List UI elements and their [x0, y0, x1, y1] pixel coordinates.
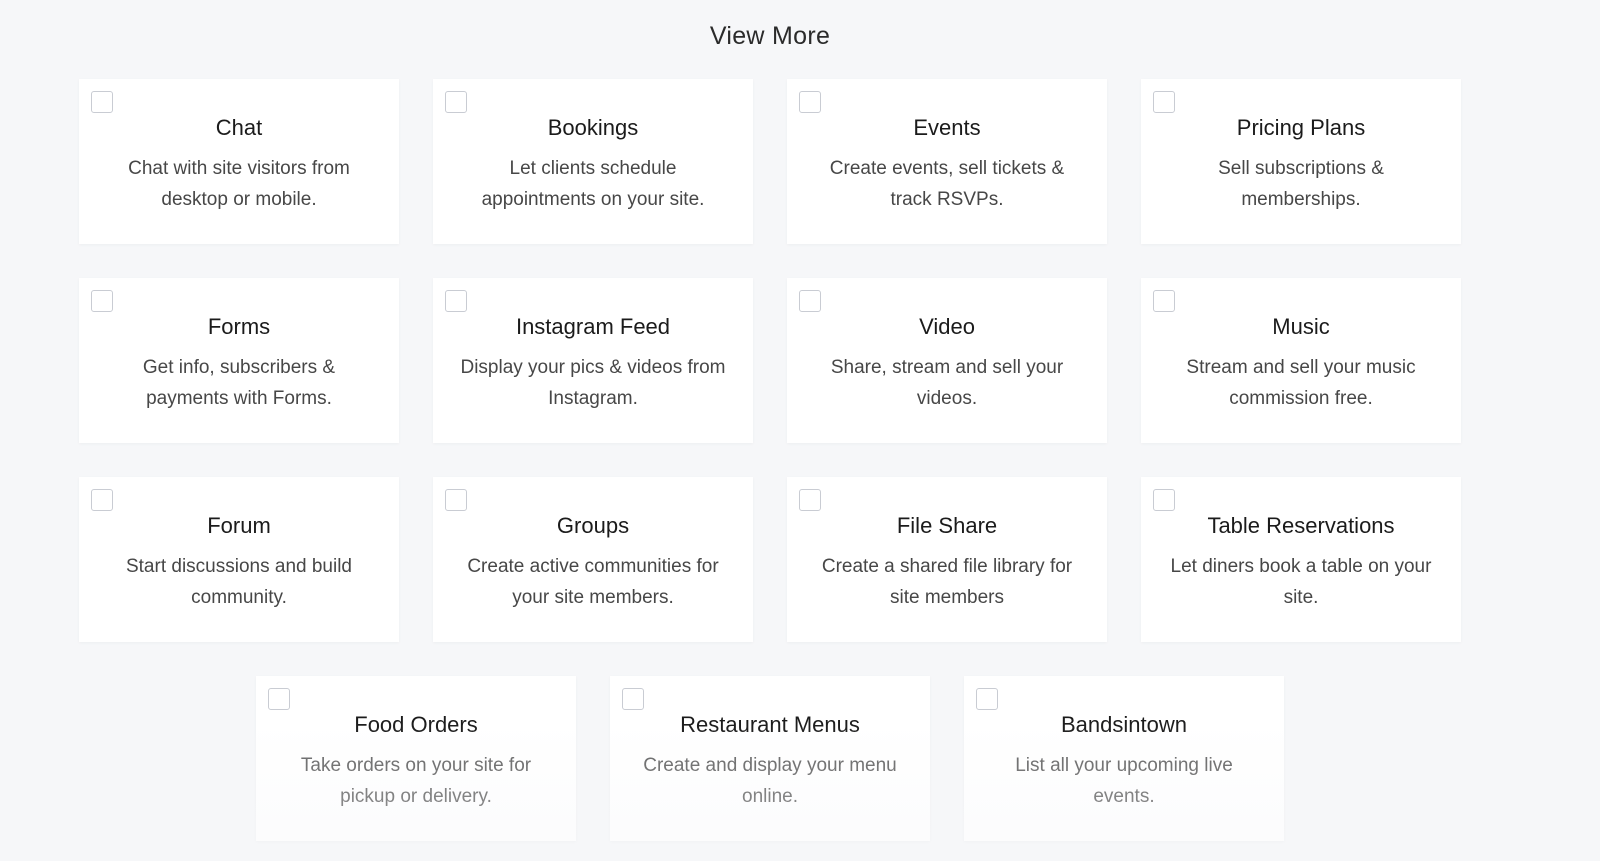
app-card-title: Pricing Plans: [1236, 115, 1366, 140]
app-picker-page: View More Chat Chat with site visitors f…: [0, 0, 1600, 861]
app-card-title: Forms: [207, 314, 271, 339]
app-card-table-reservations[interactable]: Table Reservations Let diners book a tab…: [1141, 477, 1461, 642]
app-card-file-share[interactable]: File Share Create a shared file library …: [787, 477, 1107, 642]
app-card-groups[interactable]: Groups Create active communities for you…: [433, 477, 753, 642]
app-card-description: Let clients schedule appointments on you…: [481, 158, 705, 210]
app-checkbox-pricing-plans[interactable]: [1153, 91, 1175, 113]
app-card-description: Create active communities for your site …: [467, 556, 719, 608]
app-row-3: Forum Start discussions and build commun…: [0, 477, 1540, 642]
app-card-title: Bookings: [547, 115, 639, 140]
app-card-chat[interactable]: Chat Chat with site visitors from deskto…: [79, 79, 399, 244]
app-card-description: Let diners book a table on your site.: [1170, 556, 1432, 608]
app-row-1: Chat Chat with site visitors from deskto…: [0, 79, 1540, 244]
app-checkbox-music[interactable]: [1153, 290, 1175, 312]
app-row-2: Forms Get info, subscribers & payments w…: [0, 278, 1540, 443]
app-card-description: Share, stream and sell your videos.: [830, 357, 1064, 409]
app-card-forum[interactable]: Forum Start discussions and build commun…: [79, 477, 399, 642]
app-card-events[interactable]: Events Create events, sell tickets & tra…: [787, 79, 1107, 244]
app-card-description: Get info, subscribers & payments with Fo…: [142, 357, 336, 409]
app-card-title: Restaurant Menus: [680, 712, 860, 737]
app-checkbox-forum[interactable]: [91, 489, 113, 511]
app-card-title: Groups: [556, 513, 630, 538]
app-checkbox-forms[interactable]: [91, 290, 113, 312]
app-card-description: Start discussions and build community.: [125, 556, 352, 608]
app-card-description: Create a shared file library for site me…: [821, 556, 1073, 608]
app-checkbox-chat[interactable]: [91, 91, 113, 113]
app-card-description: Create and display your menu online.: [643, 755, 897, 807]
app-checkbox-restaurant-menus[interactable]: [622, 688, 644, 710]
app-card-bandsintown[interactable]: Bandsintown List all your upcoming live …: [964, 676, 1284, 841]
app-card-music[interactable]: Music Stream and sell your music commiss…: [1141, 278, 1461, 443]
app-card-forms[interactable]: Forms Get info, subscribers & payments w…: [79, 278, 399, 443]
app-card-restaurant-menus[interactable]: Restaurant Menus Create and display your…: [610, 676, 930, 841]
app-card-title: Bandsintown: [1061, 712, 1187, 737]
app-card-description: Stream and sell your music commission fr…: [1186, 357, 1416, 409]
app-card-title: Music: [1272, 314, 1330, 339]
app-card-title: Chat: [215, 115, 263, 140]
app-card-food-orders[interactable]: Food Orders Take orders on your site for…: [256, 676, 576, 841]
app-checkbox-bandsintown[interactable]: [976, 688, 998, 710]
app-card-description: Create events, sell tickets & track RSVP…: [829, 158, 1065, 210]
app-card-title: Instagram Feed: [515, 314, 671, 339]
app-checkbox-table-reservations[interactable]: [1153, 489, 1175, 511]
app-card-bookings[interactable]: Bookings Let clients schedule appointmen…: [433, 79, 753, 244]
app-card-description: Take orders on your site for pickup or d…: [300, 755, 532, 807]
app-card-description: Chat with site visitors from desktop or …: [128, 158, 350, 210]
app-checkbox-video[interactable]: [799, 290, 821, 312]
app-checkbox-bookings[interactable]: [445, 91, 467, 113]
app-card-description: Sell subscriptions & memberships.: [1218, 158, 1384, 210]
app-row-4: Food Orders Take orders on your site for…: [0, 676, 1540, 841]
app-card-title: Video: [919, 314, 975, 339]
app-card-title: Forum: [207, 513, 271, 538]
app-card-title: Table Reservations: [1207, 513, 1395, 538]
app-checkbox-file-share[interactable]: [799, 489, 821, 511]
app-card-instagram-feed[interactable]: Instagram Feed Display your pics & video…: [433, 278, 753, 443]
app-card-description: Display your pics & videos from Instagra…: [460, 357, 726, 409]
app-checkbox-groups[interactable]: [445, 489, 467, 511]
app-card-title: Events: [913, 115, 981, 140]
app-checkbox-events[interactable]: [799, 91, 821, 113]
app-card-title: Food Orders: [354, 712, 478, 737]
app-checkbox-food-orders[interactable]: [268, 688, 290, 710]
app-checkbox-instagram-feed[interactable]: [445, 290, 467, 312]
app-card-title: File Share: [896, 513, 998, 538]
view-more-heading: View More: [709, 22, 831, 50]
app-card-pricing-plans[interactable]: Pricing Plans Sell subscriptions & membe…: [1141, 79, 1461, 244]
app-card-video[interactable]: Video Share, stream and sell your videos…: [787, 278, 1107, 443]
app-card-description: List all your upcoming live events.: [1015, 755, 1233, 807]
